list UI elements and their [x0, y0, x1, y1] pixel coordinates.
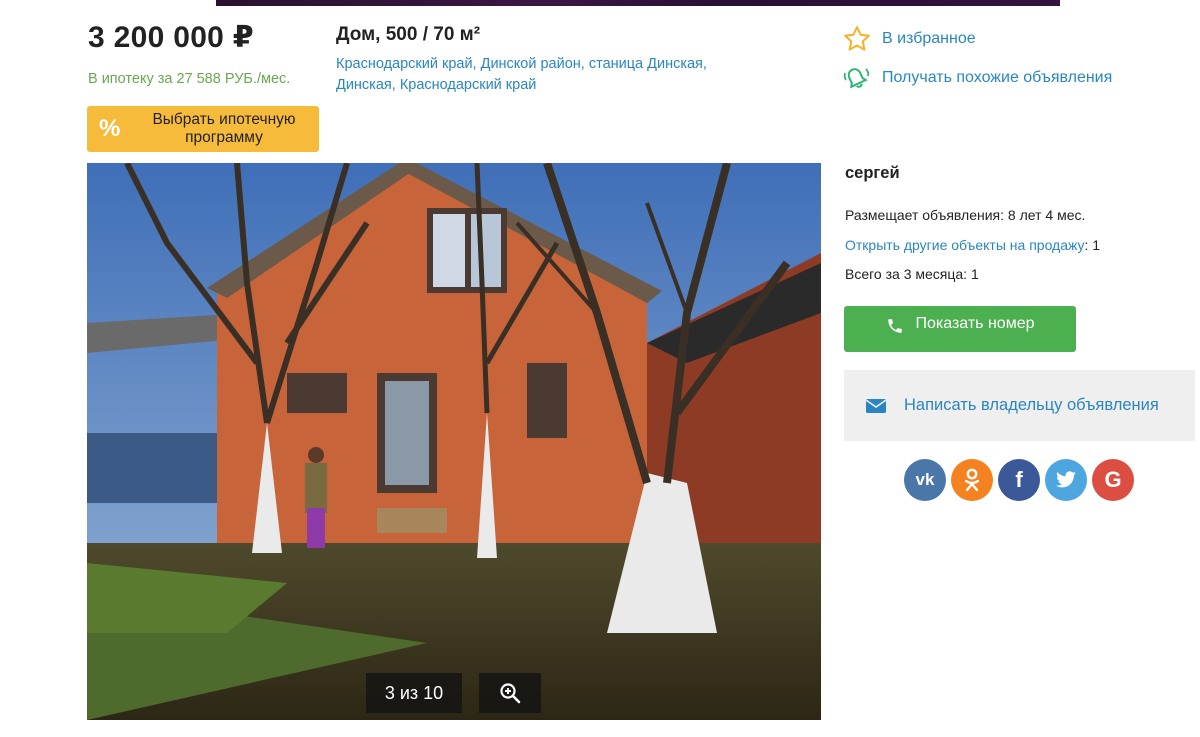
seller-name: сергей: [845, 164, 900, 182]
write-owner-button[interactable]: Написать владельцу объявления: [844, 370, 1195, 441]
similar-label: Получать похожие объявления: [882, 69, 1113, 86]
other-listings-count: : 1: [1084, 237, 1101, 253]
subscribe-similar-button[interactable]: Получать похожие объявления: [842, 64, 1112, 92]
odnoklassniki-share-button[interactable]: [951, 459, 993, 501]
percent-icon: %: [99, 115, 121, 142]
top-banner: [216, 0, 1060, 6]
photo-counter: 3 из 10: [366, 673, 462, 713]
zoom-in-icon: [500, 683, 521, 704]
show-phone-label: Показать номер: [915, 315, 1035, 332]
mortgage-monthly-text: В ипотеку за 27 588 РУБ./мес.: [88, 71, 291, 87]
facebook-icon: f: [1015, 467, 1023, 492]
seller-tenure: Размещает объявления: 8 лет 4 мес.: [845, 207, 1085, 223]
seller-other-listings: Открыть другие объекты на продажу: 1: [845, 237, 1100, 253]
odnoklassniki-icon: [964, 468, 980, 492]
google-icon: G: [1104, 467, 1122, 492]
vk-icon: vk: [915, 470, 935, 489]
vk-share-button[interactable]: vk: [904, 459, 946, 501]
phone-icon: [887, 319, 902, 333]
write-owner-label: Написать владельцу объявления: [904, 396, 1159, 414]
google-share-button[interactable]: G: [1092, 459, 1134, 501]
listing-address[interactable]: Краснодарский край, Динской район, стани…: [336, 54, 746, 96]
house-photo-image: [87, 163, 821, 720]
bell-icon: [843, 68, 870, 89]
seller-tenure-label: Размещает объявления:: [845, 207, 1005, 223]
other-listings-link[interactable]: Открыть другие объекты на продажу: [845, 237, 1085, 253]
seller-total-3months: Всего за 3 месяца: 1: [845, 266, 979, 282]
listing-title: Дом, 500 / 70 м²: [336, 24, 481, 45]
star-icon: [844, 26, 870, 51]
social-share-bar: vk f G: [904, 459, 1139, 501]
seller-tenure-value: 8 лет 4 мес.: [1007, 207, 1086, 223]
choose-mortgage-button[interactable]: % Выбрать ипотечную программу: [87, 106, 319, 152]
twitter-icon: [1056, 471, 1076, 488]
show-phone-button[interactable]: Показать номер: [844, 306, 1076, 352]
listing-price: 3 200 000 ₽: [88, 21, 254, 54]
choose-mortgage-label: Выбрать ипотечную программу: [152, 111, 296, 146]
facebook-share-button[interactable]: f: [998, 459, 1040, 501]
add-to-favorites-button[interactable]: В избранное: [842, 24, 976, 54]
zoom-button[interactable]: [479, 673, 541, 713]
listing-photo[interactable]: [87, 163, 821, 720]
twitter-share-button[interactable]: [1045, 459, 1087, 501]
mail-icon: [866, 398, 886, 413]
favorites-label: В избранное: [882, 30, 976, 47]
